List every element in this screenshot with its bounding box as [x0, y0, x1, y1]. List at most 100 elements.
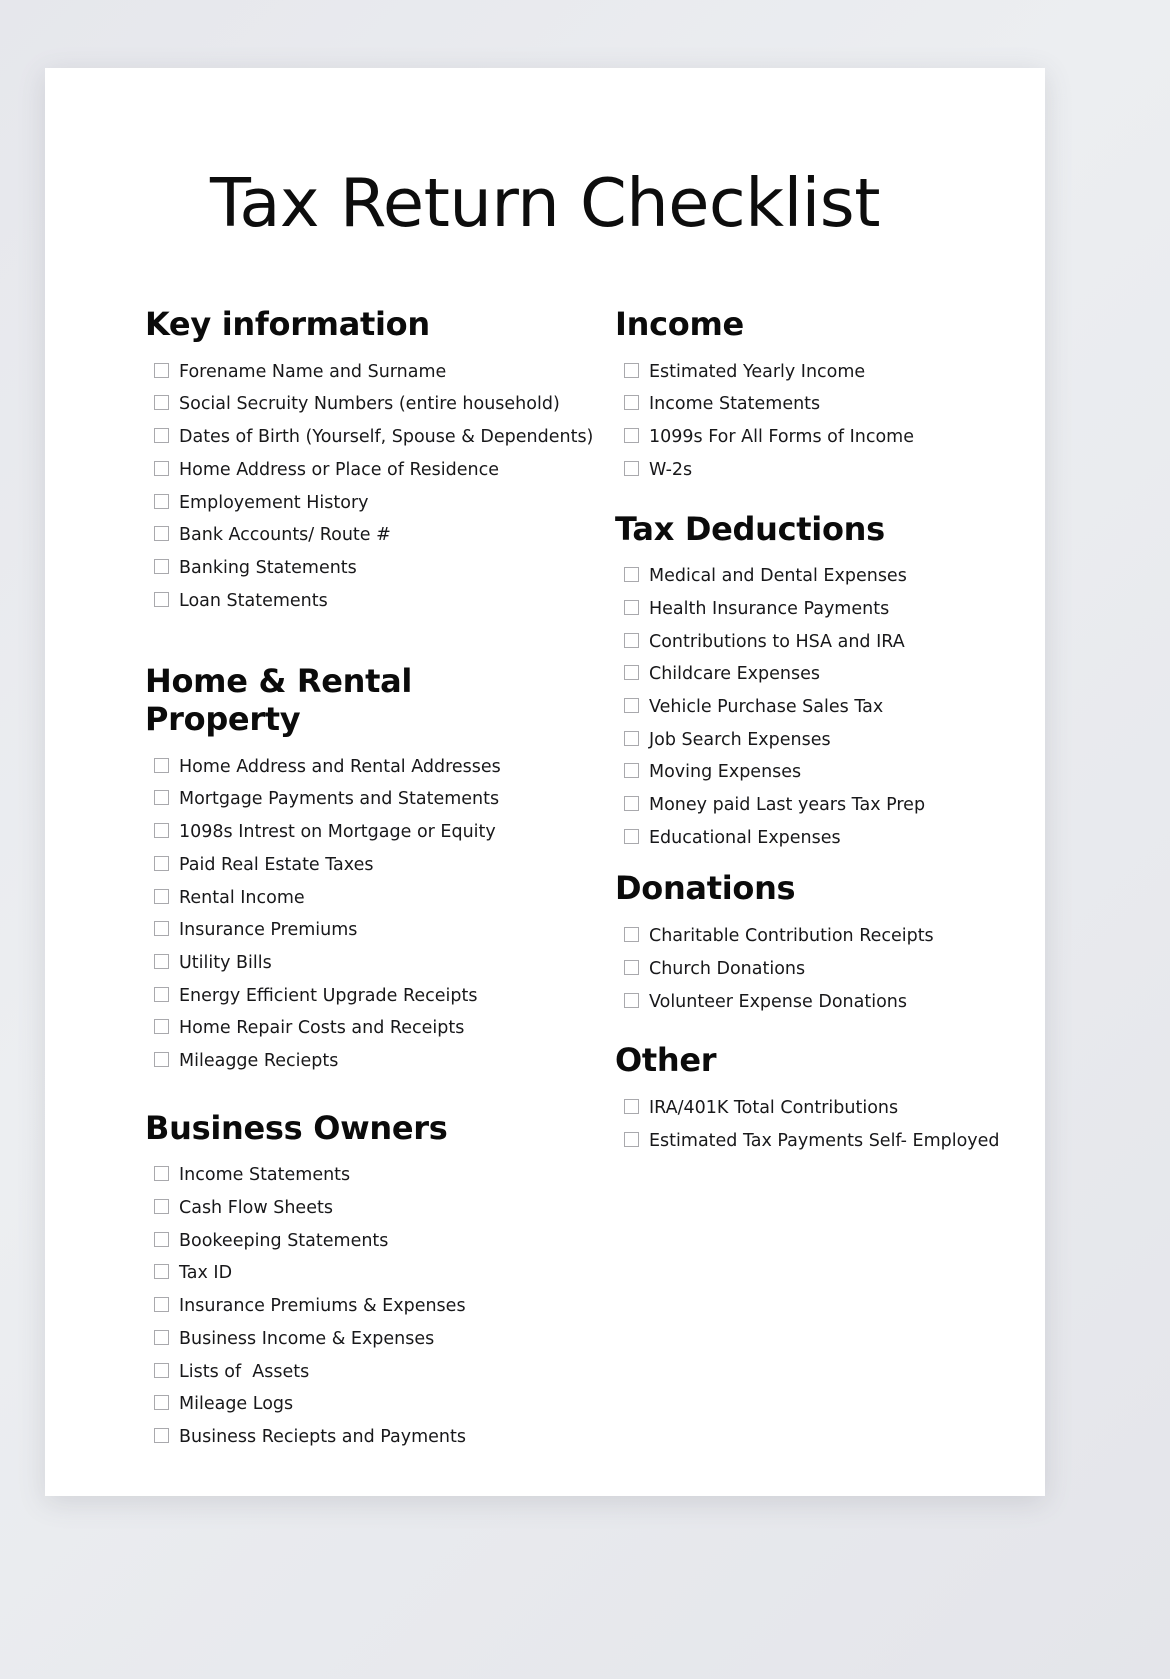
checkbox-icon[interactable]: [154, 855, 169, 871]
list-item[interactable]: Employement History: [145, 489, 532, 518]
checkbox-icon[interactable]: [154, 1395, 169, 1411]
checkbox-icon[interactable]: [624, 428, 639, 444]
checkbox-icon[interactable]: [624, 460, 639, 476]
checkbox-icon[interactable]: [154, 986, 169, 1002]
list-item[interactable]: Tax ID: [145, 1259, 532, 1288]
checkbox-icon[interactable]: [624, 959, 639, 975]
checkbox-icon[interactable]: [624, 730, 639, 746]
checkbox-icon[interactable]: [624, 763, 639, 779]
checkbox-icon[interactable]: [154, 1264, 169, 1280]
checkbox-icon[interactable]: [624, 992, 639, 1008]
checkbox-icon[interactable]: [154, 1329, 169, 1345]
checkbox-icon[interactable]: [624, 698, 639, 713]
list-item[interactable]: Vehicle Purchase Sales Tax: [615, 693, 1045, 722]
list-item[interactable]: Estimated Tax Payments Self- Employed: [615, 1127, 1045, 1156]
section-other: Other IRA/401K Total Contributions Estim…: [615, 1041, 1045, 1156]
list-item[interactable]: Estimated Yearly Income: [615, 358, 1045, 387]
list-item[interactable]: Charitable Contribution Receipts: [615, 922, 1045, 951]
list-item[interactable]: W-2s: [615, 456, 1045, 485]
list-item[interactable]: 1099s For All Forms of Income: [615, 423, 1045, 452]
list-item[interactable]: Money paid Last years Tax Prep: [615, 791, 1045, 820]
checkbox-icon[interactable]: [624, 828, 639, 844]
list-item[interactable]: Loan Statements: [145, 587, 532, 616]
list-item[interactable]: Home Address or Place of Residence: [145, 456, 532, 485]
list-item[interactable]: Home Repair Costs and Receipts: [145, 1014, 532, 1043]
list-item[interactable]: Cash Flow Sheets: [145, 1194, 532, 1223]
checkbox-icon[interactable]: [624, 599, 639, 615]
list-item[interactable]: Mortgage Payments and Statements: [145, 785, 532, 814]
list-item[interactable]: Dates of Birth (Yourself, Spouse & Depen…: [145, 423, 593, 452]
list-item[interactable]: Bookeeping Statements: [145, 1227, 532, 1256]
list-item[interactable]: Church Donations: [615, 955, 1045, 984]
checkbox-icon[interactable]: [154, 1199, 169, 1215]
list-item-label: Home Repair Costs and Receipts: [179, 1018, 465, 1039]
list-item[interactable]: Paid Real Estate Taxes: [145, 851, 532, 880]
list-item[interactable]: Business Reciepts and Payments: [145, 1423, 532, 1452]
list-item[interactable]: Mileagge Reciepts: [145, 1047, 532, 1076]
list-item-label: Banking Statements: [179, 557, 357, 578]
list-item[interactable]: Medical and Dental Expenses: [615, 562, 1045, 591]
list-item[interactable]: Forename Name and Surname: [145, 358, 532, 387]
checkbox-icon[interactable]: [154, 921, 169, 937]
checkbox-icon[interactable]: [154, 526, 169, 542]
checkbox-icon[interactable]: [154, 395, 169, 411]
checkbox-icon[interactable]: [154, 493, 169, 509]
list-item[interactable]: Social Secruity Numbers (entire househol…: [145, 390, 560, 419]
list-item[interactable]: Job Search Expenses: [615, 726, 1045, 755]
checkbox-icon[interactable]: [624, 1131, 639, 1147]
checkbox-icon[interactable]: [624, 567, 639, 583]
list-item[interactable]: IRA/401K Total Contributions: [615, 1094, 1045, 1123]
list-item[interactable]: Volunteer Expense Donations: [615, 988, 1045, 1017]
list-item[interactable]: Home Address and Rental Addresses: [145, 753, 532, 782]
checkbox-icon[interactable]: [624, 927, 639, 943]
list-item[interactable]: Energy Efficient Upgrade Receipts: [145, 982, 532, 1011]
list-item-label: Bank Accounts/ Route #: [179, 525, 391, 546]
checkbox-icon[interactable]: [154, 823, 169, 839]
checkbox-icon[interactable]: [154, 888, 169, 904]
checkbox-icon[interactable]: [624, 632, 639, 648]
list-item[interactable]: Childcare Expenses: [615, 660, 1045, 689]
list-item-label: Charitable Contribution Receipts: [649, 926, 934, 947]
checkbox-icon[interactable]: [154, 428, 169, 444]
checkbox-icon[interactable]: [624, 1099, 639, 1114]
checkbox-icon[interactable]: [154, 1166, 169, 1182]
list-item-label: Childcare Expenses: [649, 664, 821, 685]
list-item[interactable]: Insurance Premiums & Expenses: [145, 1292, 532, 1321]
list-item[interactable]: Mileage Logs: [145, 1390, 532, 1419]
checkbox-icon[interactable]: [624, 796, 639, 812]
checkbox-icon[interactable]: [154, 1231, 169, 1247]
list-item[interactable]: 1098s Intrest on Mortgage or Equity: [145, 818, 532, 847]
checkbox-icon[interactable]: [154, 1051, 169, 1067]
list-item[interactable]: Lists of Assets: [145, 1358, 532, 1387]
list-item[interactable]: Contributions to HSA and IRA: [615, 628, 1045, 657]
checkbox-icon[interactable]: [154, 362, 169, 378]
checkbox-icon[interactable]: [154, 790, 169, 806]
list-item[interactable]: Income Statements: [145, 1161, 532, 1190]
list-item[interactable]: Banking Statements: [145, 554, 532, 583]
checkbox-icon[interactable]: [154, 1297, 169, 1313]
list-item[interactable]: Rental Income: [145, 884, 532, 913]
list-item[interactable]: Insurance Premiums: [145, 916, 532, 945]
checkbox-icon[interactable]: [624, 395, 639, 411]
checkbox-icon[interactable]: [154, 558, 169, 574]
checkbox-icon[interactable]: [154, 460, 169, 476]
checkbox-icon[interactable]: [154, 1427, 169, 1443]
list-item[interactable]: Bank Accounts/ Route #: [145, 521, 532, 550]
checkbox-icon[interactable]: [154, 1019, 169, 1035]
checkbox-icon[interactable]: [154, 953, 169, 969]
list-item[interactable]: Health Insurance Payments: [615, 595, 1045, 624]
list-item[interactable]: Income Statements: [615, 390, 1045, 419]
checkbox-icon[interactable]: [154, 757, 169, 773]
checkbox-icon[interactable]: [624, 362, 639, 378]
checkbox-icon[interactable]: [624, 665, 639, 681]
checkbox-icon[interactable]: [154, 591, 169, 607]
list-item-label: Home Address and Rental Addresses: [179, 756, 501, 777]
list-item[interactable]: Educational Expenses: [615, 824, 1045, 853]
checkbox-icon[interactable]: [154, 1362, 169, 1378]
list-item[interactable]: Utility Bills: [145, 949, 532, 978]
list-item[interactable]: Business Income & Expenses: [145, 1325, 532, 1354]
list-item[interactable]: Moving Expenses: [615, 758, 1045, 787]
